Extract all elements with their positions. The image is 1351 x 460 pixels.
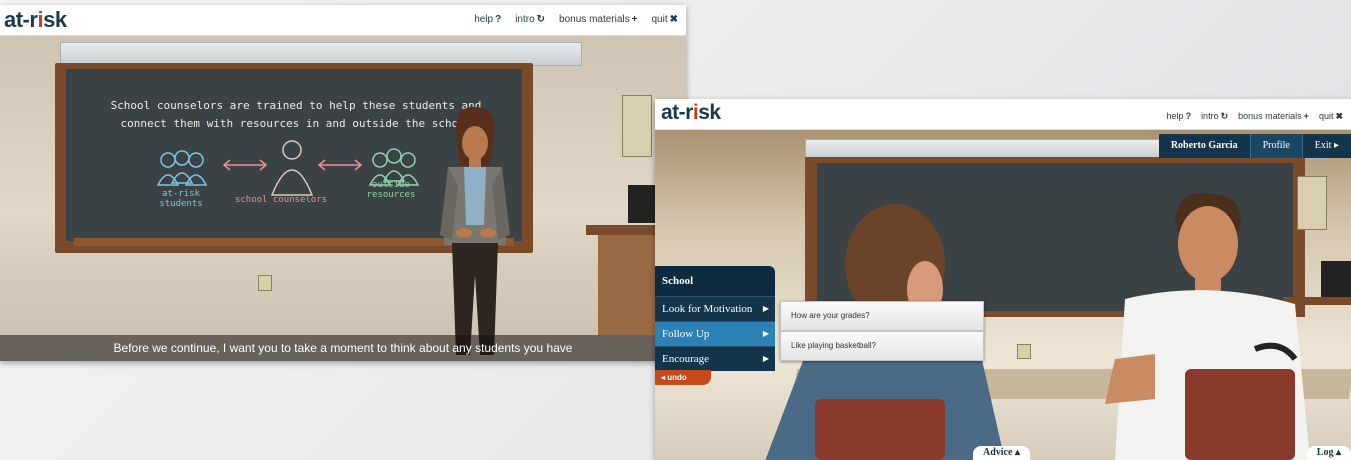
lecture-window: at-risk help? intro ↻ bonus materials + qu… — [0, 5, 686, 361]
dialogue-menu: School Look for Motivation ▶ Follow Up ▶ E… — [655, 266, 775, 371]
option-basketball[interactable]: Like playing basketball? — [780, 331, 984, 361]
chalk-label-counselors: school counselors — [234, 195, 328, 205]
wall-outlet — [258, 275, 272, 291]
classroom-scene: School counselors are trained to help th… — [0, 35, 686, 361]
quit-link[interactable]: quit ✖ — [1319, 111, 1343, 122]
close-icon: ✖ — [669, 14, 678, 25]
help-icon: ? — [1185, 111, 1192, 121]
app-logo: at-risk — [661, 101, 721, 124]
chevron-right-icon: ▶ — [762, 354, 769, 363]
wall-calendar — [622, 95, 652, 157]
exit-button[interactable]: Exit ▸ — [1301, 134, 1351, 158]
help-link[interactable]: help? — [474, 14, 501, 25]
chair — [815, 399, 945, 460]
top-bar: at-risk help? intro ↻ bonus materials + qu… — [0, 5, 686, 36]
close-icon: ✖ — [1335, 111, 1343, 121]
chevron-right-icon: ▶ — [762, 304, 769, 313]
chalk-label-outside: outside resources — [366, 180, 416, 200]
conversation-window: at-risk help? intro ↻ bonus materials + qu… — [655, 99, 1351, 460]
top-bar: at-risk help? intro ↻ bonus materials + qu… — [655, 99, 1351, 130]
menu-title: School — [655, 266, 775, 296]
quit-link[interactable]: quit ✖ — [651, 14, 678, 25]
top-nav: help? intro ↻ bonus materials + quit ✖ — [474, 14, 678, 25]
option-grades[interactable]: How are your grades? — [780, 301, 984, 331]
app-logo: at-risk — [4, 7, 67, 32]
monitor — [1321, 261, 1351, 297]
intro-link[interactable]: intro ↻ — [515, 14, 545, 25]
student-chair — [1185, 369, 1295, 460]
chalk-label-at-risk: at-risk students — [159, 189, 203, 209]
monitor — [628, 185, 658, 223]
intro-link[interactable]: intro ↻ — [1201, 111, 1228, 122]
chevron-right-icon: ▶ — [762, 329, 769, 338]
bonus-materials-link[interactable]: bonus materials + — [559, 14, 637, 25]
user-name: Roberto Garcia — [1158, 134, 1250, 158]
bonus-materials-link[interactable]: bonus materials + — [1238, 111, 1309, 122]
subtitle-caption: Before we continue, I want you to take a… — [0, 335, 686, 361]
menu-item-follow-up[interactable]: Follow Up ▶ — [655, 321, 775, 346]
top-nav: help? intro ↻ bonus materials + quit ✖ — [1167, 111, 1343, 122]
exit-arrow-icon: ▸ — [1333, 140, 1339, 151]
menu-item-encourage[interactable]: Encourage ▶ — [655, 346, 775, 371]
response-options: How are your grades? Like playing basket… — [780, 301, 984, 361]
profile-button[interactable]: Profile — [1249, 134, 1302, 158]
wall-outlet — [1017, 344, 1031, 359]
help-link[interactable]: help? — [1167, 111, 1192, 122]
user-bar: Roberto Garcia Profile Exit ▸ — [1158, 134, 1351, 158]
log-tab[interactable]: Log ▴ — [1306, 446, 1351, 460]
teacher-character — [440, 106, 510, 355]
plus-icon: + — [631, 14, 638, 25]
plus-icon: + — [1303, 111, 1309, 121]
menu-item-look-for-motivation[interactable]: Look for Motivation ▶ — [655, 296, 775, 321]
refresh-icon: ↻ — [536, 14, 546, 25]
undo-button[interactable]: ◂ undo — [655, 370, 711, 385]
refresh-icon: ↻ — [1220, 111, 1229, 121]
help-icon: ? — [495, 14, 502, 25]
advice-tab[interactable]: Advice ▴ — [973, 446, 1030, 460]
